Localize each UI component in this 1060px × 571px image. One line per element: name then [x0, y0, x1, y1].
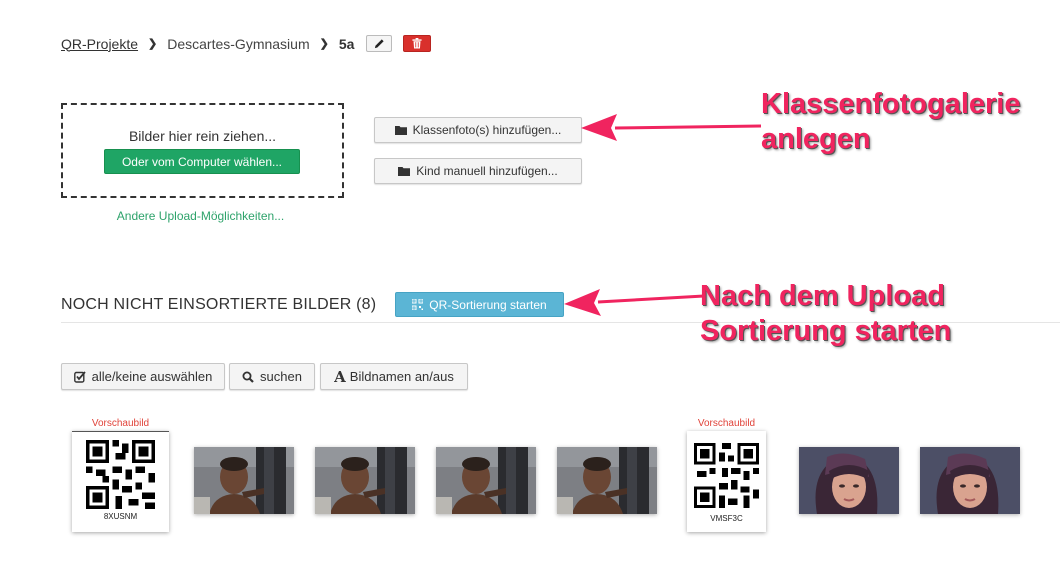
start-qr-sorting-label: QR-Sortierung starten	[429, 297, 547, 312]
toggle-image-names-button[interactable]: A Bildnamen an/aus	[320, 363, 468, 390]
add-class-photo-label: Klassenfoto(s) hinzufügen...	[412, 123, 562, 137]
add-child-manually-button[interactable]: Kind manuell hinzufügen...	[374, 158, 582, 184]
girl-photo-image	[920, 447, 1020, 514]
breadcrumb-link-qr-projekte[interactable]: QR-Projekte	[61, 36, 138, 52]
annotation-arrow-gallery	[581, 114, 762, 141]
upload-drop-zone[interactable]: Bilder hier rein ziehen... Oder vom Comp…	[61, 103, 344, 198]
add-child-label: Kind manuell hinzufügen...	[416, 164, 558, 178]
breadcrumb-current: 5a	[338, 35, 355, 52]
annotation-sorting-line2: Sortierung starten	[700, 315, 952, 347]
checkbox-icon	[73, 370, 86, 383]
select-all-label: alle/keine auswählen	[91, 369, 213, 384]
search-button[interactable]: suchen	[229, 363, 315, 390]
unsorted-photo[interactable]	[194, 447, 294, 514]
boy-photo-image	[194, 447, 294, 514]
search-label: suchen	[260, 369, 302, 384]
boy-photo-image	[315, 447, 415, 514]
unsorted-photo[interactable]	[436, 447, 536, 514]
unsorted-images-title: NOCH NICHT EINSORTIERTE BILDER (8)	[61, 296, 377, 313]
girl-photo-image	[799, 447, 899, 514]
annotation-sorting-line1: Nach dem Upload	[700, 280, 945, 312]
annotation-gallery-line1: Klassenfotogalerie	[761, 88, 1021, 120]
breadcrumb: QR-Projekte ❯ Descartes-Gymnasium ❯ 5a	[61, 35, 432, 52]
add-class-photo-button[interactable]: Klassenfoto(s) hinzufügen...	[374, 117, 582, 143]
qr-code-text: VMSF3C	[710, 514, 743, 523]
pencil-icon	[374, 39, 384, 49]
preview-label: Vorschaubild	[697, 418, 756, 429]
unsorted-photo[interactable]	[557, 447, 657, 514]
qr-preview-card[interactable]: VMSF3C	[687, 431, 766, 532]
qr-code-icon	[412, 299, 424, 310]
search-icon	[242, 371, 254, 383]
chevron-right-icon: ❯	[148, 38, 158, 50]
preview-label: Vorschaubild	[91, 418, 150, 429]
annotation-arrow-sorting	[564, 289, 705, 316]
unsorted-photo[interactable]	[315, 447, 415, 514]
font-icon: A	[334, 367, 346, 386]
folder-icon	[394, 125, 407, 135]
choose-from-computer-button[interactable]: Oder vom Computer wählen...	[104, 149, 300, 174]
chevron-right-icon: ❯	[319, 38, 329, 50]
other-upload-options-link[interactable]: Andere Upload-Möglichkeiten...	[61, 209, 340, 223]
select-all-button[interactable]: alle/keine auswählen	[61, 363, 225, 390]
annotation-gallery: Klassenfotogalerie anlegen	[761, 87, 1020, 157]
trash-icon	[412, 38, 423, 49]
unsorted-photo[interactable]	[920, 447, 1020, 514]
drop-hint: Bilder hier rein ziehen...	[128, 128, 277, 144]
qr-code-icon	[86, 440, 155, 509]
toggle-image-names-label: Bildnamen an/aus	[349, 369, 454, 384]
qr-code-text: 8XUSNM	[103, 512, 138, 521]
delete-button[interactable]	[403, 35, 432, 52]
start-qr-sorting-button[interactable]: QR-Sortierung starten	[395, 292, 564, 317]
folder-icon	[398, 166, 411, 176]
annotation-gallery-line2: anlegen	[761, 123, 871, 155]
boy-photo-image	[557, 447, 657, 514]
qr-code-icon	[694, 443, 759, 508]
qr-preview-card[interactable]: 8XUSNM	[72, 431, 169, 532]
card-top-border	[72, 431, 169, 432]
breadcrumb-school: Descartes-Gymnasium	[167, 35, 310, 52]
unsorted-photo[interactable]	[799, 447, 899, 514]
boy-photo-image	[436, 447, 536, 514]
edit-button[interactable]	[366, 35, 393, 52]
annotation-sorting: Nach dem Upload Sortierung starten	[700, 279, 951, 349]
